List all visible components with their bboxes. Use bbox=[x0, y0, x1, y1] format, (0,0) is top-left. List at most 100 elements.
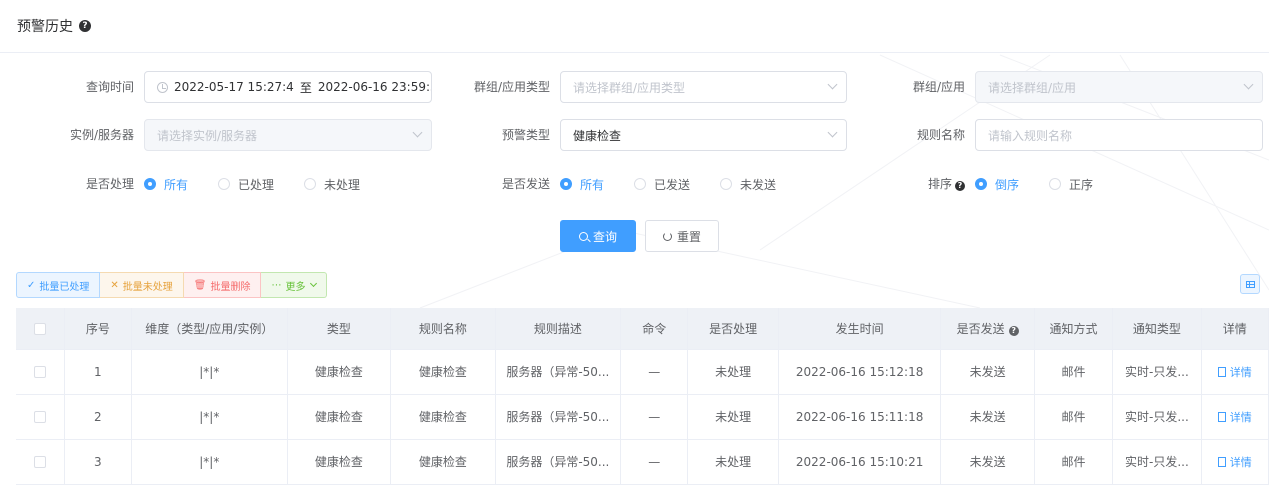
document-icon bbox=[1217, 366, 1226, 377]
cell-sent: 未发送 bbox=[940, 349, 1035, 395]
header-dimension: 维度（类型/应用/实例） bbox=[131, 308, 288, 350]
table-row: 2 |*|* 健康检查 健康检查 服务器（异常-50... — 未处理 2022… bbox=[16, 394, 1269, 440]
processed-radio-pending[interactable]: 未处理 bbox=[304, 176, 360, 193]
cell-index: 1 bbox=[64, 349, 132, 395]
row-checkbox[interactable] bbox=[33, 456, 46, 468]
row-checkbox[interactable] bbox=[33, 411, 46, 423]
reset-button[interactable]: 重置 bbox=[645, 220, 719, 252]
cell-rule-desc: 服务器（异常-50... bbox=[495, 394, 622, 440]
header-command: 命令 bbox=[620, 308, 689, 350]
trash-icon: 🗑 bbox=[193, 279, 207, 291]
row-checkbox[interactable] bbox=[33, 366, 46, 378]
alert-type-select[interactable]: 健康检查 bbox=[560, 119, 847, 151]
sent-radio-all[interactable]: 所有 bbox=[560, 176, 604, 193]
rule-name-label: 规则名称 bbox=[916, 128, 965, 142]
cell-processed: 未处理 bbox=[687, 349, 779, 395]
cell-rule-desc: 服务器（异常-50... bbox=[495, 349, 622, 395]
radio-circle bbox=[975, 178, 987, 190]
table-header-row: 序号 维度（类型/应用/实例） 类型 规则名称 规则描述 命令 是否处理 发生时… bbox=[16, 308, 1269, 350]
alert-history-table: 序号 维度（类型/应用/实例） 类型 规则名称 规则描述 命令 是否处理 发生时… bbox=[16, 308, 1269, 485]
help-icon[interactable]: ? bbox=[1008, 325, 1019, 336]
clock-icon bbox=[157, 81, 168, 93]
header-notify-method: 通知方式 bbox=[1034, 308, 1114, 350]
row-select-cell bbox=[16, 349, 65, 395]
header-rule-desc: 规则描述 bbox=[495, 308, 622, 350]
cell-notify-method: 邮件 bbox=[1034, 349, 1114, 395]
cell-sent: 未发送 bbox=[940, 439, 1035, 485]
radio-circle bbox=[144, 178, 156, 190]
rule-name-input[interactable]: 请输入规则名称 bbox=[975, 119, 1263, 151]
group-type-select[interactable]: 请选择群组/应用类型 bbox=[560, 71, 847, 103]
chevron-down-icon bbox=[1243, 79, 1254, 90]
cell-detail: 详情 bbox=[1201, 349, 1269, 395]
check-icon: ✓ bbox=[27, 279, 36, 291]
more-dropdown-button[interactable]: ⋯ 更多 bbox=[261, 272, 328, 298]
cell-rule-name: 健康检查 bbox=[390, 394, 496, 440]
cell-notify-method: 邮件 bbox=[1034, 439, 1114, 485]
cell-rule-name: 健康检查 bbox=[390, 349, 496, 395]
table-row: 1 |*|* 健康检查 健康检查 服务器（异常-50... — 未处理 2022… bbox=[16, 349, 1269, 395]
group-label: 群组/应用 bbox=[912, 80, 965, 94]
cell-time: 2022-06-16 15:11:18 bbox=[778, 394, 942, 440]
sent-radio-group: 所有 已发送 未发送 bbox=[560, 168, 806, 200]
cell-notify-type: 实时-只发... bbox=[1112, 349, 1202, 395]
sort-radio-desc[interactable]: 倒序 bbox=[975, 176, 1019, 193]
cell-notify-type: 实时-只发... bbox=[1112, 394, 1202, 440]
detail-link[interactable]: 详情 bbox=[1217, 456, 1252, 469]
group-select: 请选择群组/应用 bbox=[975, 71, 1263, 103]
row-select-cell bbox=[16, 439, 65, 485]
query-time-start[interactable]: 2022-05-17 15:27:4 bbox=[174, 80, 294, 94]
cell-time: 2022-06-16 15:12:18 bbox=[778, 349, 942, 395]
cell-command: — bbox=[620, 439, 689, 485]
query-button[interactable]: 查询 bbox=[560, 220, 636, 252]
help-icon[interactable]: ? bbox=[955, 181, 965, 191]
sort-radio-asc[interactable]: 正序 bbox=[1049, 176, 1093, 193]
batch-delete-button[interactable]: 🗑 批量删除 bbox=[183, 272, 262, 298]
sort-radio-group: 倒序 正序 bbox=[975, 168, 1123, 200]
cell-type: 健康检查 bbox=[287, 394, 392, 440]
batch-processed-button[interactable]: ✓ 批量已处理 bbox=[16, 272, 101, 298]
radio-circle bbox=[304, 178, 317, 190]
sent-radio-sent[interactable]: 已发送 bbox=[634, 176, 690, 193]
header-detail: 详情 bbox=[1201, 308, 1269, 350]
cell-processed: 未处理 bbox=[687, 439, 779, 485]
group-type-placeholder: 请选择群组/应用类型 bbox=[573, 80, 686, 95]
refresh-icon bbox=[662, 231, 672, 241]
processed-radio-all[interactable]: 所有 bbox=[144, 176, 188, 193]
cell-type: 健康检查 bbox=[287, 349, 392, 395]
query-time-range[interactable]: 2022-05-17 15:27:4 至 2022-06-16 23:59:5 bbox=[144, 71, 432, 103]
group-placeholder: 请选择群组/应用 bbox=[988, 80, 1077, 95]
processed-radio-done[interactable]: 已处理 bbox=[218, 176, 274, 193]
instance-placeholder: 请选择实例/服务器 bbox=[157, 128, 258, 143]
cell-index: 2 bbox=[64, 394, 132, 440]
rule-name-placeholder: 请输入规则名称 bbox=[988, 128, 1073, 143]
cell-index: 3 bbox=[64, 439, 132, 485]
query-time-end[interactable]: 2022-06-16 23:59:5 bbox=[318, 80, 431, 94]
header-processed: 是否处理 bbox=[687, 308, 779, 350]
radio-circle bbox=[634, 178, 647, 190]
header-notify-type: 通知类型 bbox=[1112, 308, 1202, 350]
header-sent: 是否发送? bbox=[940, 308, 1035, 350]
sent-radio-unsent[interactable]: 未发送 bbox=[720, 176, 776, 193]
select-all-checkbox[interactable] bbox=[33, 322, 46, 335]
page-title: 预警历史 bbox=[17, 19, 73, 35]
query-time-label: 查询时间 bbox=[85, 80, 134, 94]
detail-link[interactable]: 详情 bbox=[1217, 366, 1252, 379]
alert-type-label: 预警类型 bbox=[501, 128, 550, 142]
more-icon: ⋯ bbox=[271, 279, 282, 291]
search-icon bbox=[578, 231, 588, 241]
close-icon: ✕ bbox=[110, 279, 119, 291]
batch-unprocessed-button[interactable]: ✕ 批量未处理 bbox=[100, 272, 184, 298]
sort-label: 排序? bbox=[870, 168, 965, 200]
instance-label: 实例/服务器 bbox=[69, 128, 134, 142]
radio-circle bbox=[1049, 178, 1062, 190]
processed-label: 是否处理 bbox=[85, 177, 134, 191]
help-icon[interactable]: ? bbox=[79, 20, 91, 32]
cell-time: 2022-06-16 15:10:21 bbox=[778, 439, 942, 485]
header-rule-name: 规则名称 bbox=[390, 308, 496, 350]
column-settings-button[interactable] bbox=[1240, 274, 1260, 294]
detail-link[interactable]: 详情 bbox=[1217, 411, 1252, 424]
cell-notify-method: 邮件 bbox=[1034, 394, 1114, 440]
select-all-cell bbox=[16, 308, 65, 350]
cell-notify-type: 实时-只发... bbox=[1112, 439, 1202, 485]
